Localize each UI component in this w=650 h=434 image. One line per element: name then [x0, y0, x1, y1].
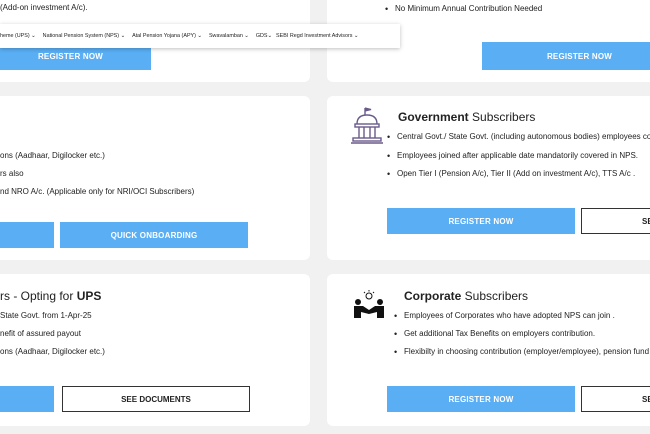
quick-onboarding-button[interactable]: QUICK ONBOARDING	[60, 222, 248, 248]
ups-line-2: nefit of assured payout	[0, 329, 81, 338]
ups-title-bold: UPS	[76, 289, 102, 303]
corporate-register-button[interactable]: REGISTER NOW	[387, 386, 575, 412]
government-title-rest: Subscribers	[468, 110, 536, 124]
middle-left-line-1: ons (Aadhaar, Digilocker etc.)	[0, 151, 105, 160]
government-bullet-3: Open Tier I (Pension A/c), Tier II (Add …	[387, 169, 635, 179]
top-right-register-button[interactable]: REGISTER NOW	[482, 42, 650, 70]
government-building-icon	[351, 107, 383, 144]
nav-item-ups[interactable]: heme (UPS) ⌄	[0, 33, 36, 39]
ups-title-prefix: rs - Opting for	[0, 289, 77, 303]
middle-left-line-3: nd NRO A/c. (Applicable only for NRI/OCI…	[0, 187, 195, 196]
government-see-documents-button[interactable]: SE	[581, 208, 650, 234]
middle-left-card: ons (Aadhaar, Digilocker etc.) rs also n…	[0, 96, 310, 260]
nav-item-sebi-advisors[interactable]: SEBI Regd Investment Advisors ⌄	[276, 33, 358, 39]
ups-see-documents-button[interactable]: SEE DOCUMENTS	[62, 386, 250, 412]
government-bullet-1: Central Govt./ State Govt. (including au…	[387, 132, 650, 142]
corporate-title-rest: Subscribers	[461, 289, 529, 303]
middle-left-register-button[interactable]	[0, 222, 54, 248]
government-register-button[interactable]: REGISTER NOW	[387, 208, 575, 234]
corporate-bullet-3: Flexibilty in choosing contribution (emp…	[394, 347, 649, 357]
corporate-see-documents-button[interactable]: SE	[581, 386, 650, 412]
nav-item-swavalamban[interactable]: Swavalamban ⌄	[209, 33, 249, 39]
middle-left-line-2: rs also	[0, 169, 24, 178]
nav-item-nps[interactable]: National Pension System (NPS) ⌄	[43, 33, 125, 39]
government-title-bold: Government	[398, 110, 469, 124]
corporate-handshake-icon	[354, 290, 384, 318]
ups-line-3: ons (Aadhaar, Digilocker etc.)	[0, 347, 105, 356]
corporate-bullet-1: Employees of Corporates who have adopted…	[394, 311, 615, 321]
government-bullet-2: Employees joined after applicable date m…	[387, 151, 638, 161]
ups-line-1: State Govt. from 1-Apr-25	[0, 311, 92, 320]
corporate-bullet-2: Get additional Tax Benefits on employers…	[394, 329, 595, 339]
corporate-card: Corporate Subscribers Employees of Corpo…	[327, 274, 650, 426]
ups-card-title: rs - Opting for UPS	[0, 289, 101, 303]
government-card-title: Government Subscribers	[398, 110, 535, 124]
nav-item-apy[interactable]: Atal Pension Yojana (APY) ⌄	[132, 33, 202, 39]
ups-card: rs - Opting for UPS State Govt. from 1-A…	[0, 274, 310, 426]
nav-item-gds[interactable]: GDS⌄	[256, 33, 272, 39]
top-left-partial-text: (Add-on investment A/c).	[0, 3, 88, 12]
ups-register-button[interactable]	[0, 386, 54, 412]
main-nav-bar: heme (UPS) ⌄ National Pension System (NP…	[0, 24, 400, 48]
corporate-card-title: Corporate Subscribers	[404, 289, 528, 303]
corporate-title-bold: Corporate	[404, 289, 462, 303]
top-right-bullet: No Minimum Annual Contribution Needed	[385, 4, 542, 14]
government-card: Government Subscribers Central Govt./ St…	[327, 96, 650, 260]
